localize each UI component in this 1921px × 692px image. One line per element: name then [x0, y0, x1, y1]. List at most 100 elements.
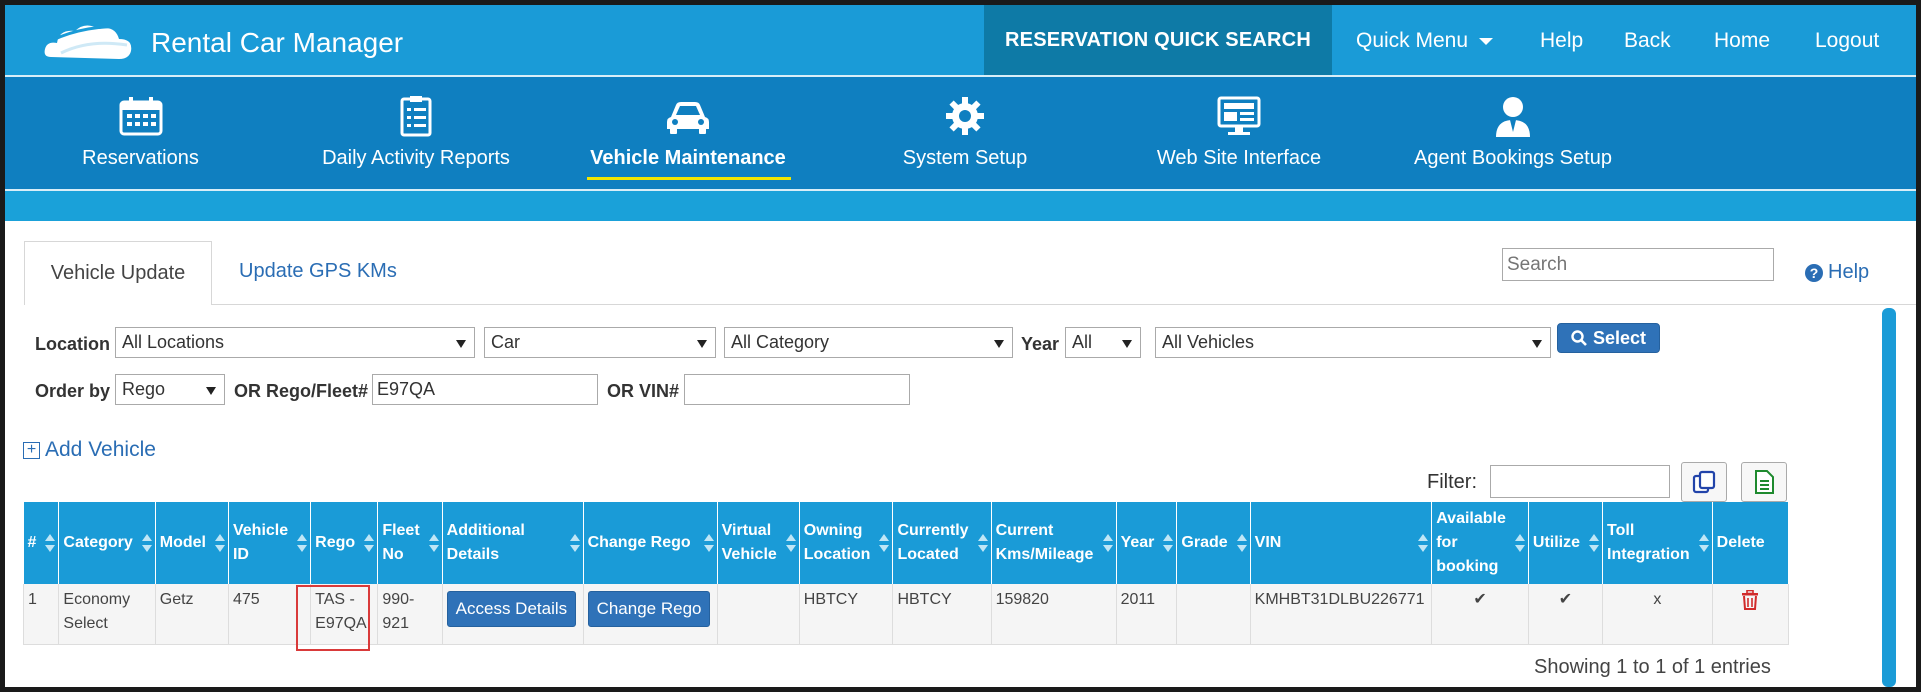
category-select[interactable]: All Category	[724, 327, 1013, 358]
tab-vehicle-update[interactable]: Vehicle Update	[24, 241, 212, 305]
column-header[interactable]: #	[23, 502, 60, 584]
column-header-label: VIN	[1254, 534, 1282, 551]
column-header-label: Available for booking	[1436, 510, 1506, 575]
column-header[interactable]: Currently Located	[892, 502, 992, 584]
vin-input[interactable]	[684, 374, 910, 405]
available-check-icon: ✔	[1431, 584, 1529, 645]
column-header[interactable]: Category	[58, 502, 156, 584]
nav-agent-bookings-setup[interactable]: Agent Bookings Setup	[1408, 77, 1618, 189]
nav-vehicle-maintenance[interactable]: Vehicle Maintenance	[583, 77, 793, 189]
column-header[interactable]: Owning Location	[799, 502, 894, 584]
cell-year: 2011	[1116, 584, 1178, 645]
add-vehicle-link[interactable]: + Add Vehicle	[23, 438, 156, 462]
help-label: Help	[1828, 261, 1870, 283]
cell-vin: KMHBT31DLBU226771	[1250, 584, 1433, 645]
vehicle-type-select[interactable]: Car	[484, 327, 716, 358]
chevron-down-icon	[456, 340, 466, 348]
column-header[interactable]: Virtual Vehicle	[717, 502, 800, 584]
nav-reservations[interactable]: Reservations	[53, 77, 228, 189]
location-label: Location	[35, 334, 110, 354]
change-rego-button[interactable]: Change Rego	[587, 591, 711, 627]
search-input[interactable]	[1502, 248, 1774, 281]
nav-label: Reservations	[82, 147, 199, 169]
car-icon	[667, 102, 709, 134]
cell-kms: 159820	[991, 584, 1117, 645]
nav-system-setup[interactable]: System Setup	[875, 77, 1055, 189]
column-header[interactable]: Vehicle ID	[228, 502, 312, 584]
sort-icon	[45, 534, 56, 552]
reservation-quick-search-button[interactable]: RESERVATION QUICK SEARCH	[984, 5, 1332, 75]
trash-icon[interactable]	[1741, 589, 1759, 610]
column-header[interactable]: Fleet No	[377, 502, 443, 584]
column-header-label: Delete	[1716, 534, 1765, 551]
utilize-check-icon: ✔	[1528, 584, 1604, 645]
column-header[interactable]: Current Kms/Mileage	[991, 502, 1117, 584]
sort-icon	[1698, 534, 1709, 552]
filter-input[interactable]	[1490, 465, 1670, 498]
sort-icon	[1236, 534, 1247, 552]
sort-icon	[364, 534, 375, 552]
nav-web-site-interface[interactable]: Web Site Interface	[1139, 77, 1339, 189]
year-select-value: All	[1072, 332, 1093, 352]
nav-daily-activity-reports[interactable]: Daily Activity Reports	[305, 77, 527, 189]
table-header-row: # Category Model Vehicle ID Rego Fleet N…	[23, 502, 1790, 584]
column-header-label: Currently Located	[897, 522, 969, 563]
nav-label: Web Site Interface	[1156, 147, 1322, 169]
quick-menu-link[interactable]: Quick Menu	[1356, 29, 1468, 53]
sort-icon	[141, 534, 152, 552]
column-header-label: Utilize	[1532, 534, 1581, 551]
column-header[interactable]: Available for booking	[1431, 502, 1529, 584]
nav-label: Daily Activity Reports	[322, 147, 510, 169]
export-excel-button[interactable]	[1741, 462, 1787, 502]
column-header[interactable]: Grade	[1176, 502, 1251, 584]
copy-icon	[1692, 470, 1716, 494]
vehicles-select-value: All Vehicles	[1162, 332, 1255, 352]
chevron-down-icon[interactable]	[1479, 38, 1493, 45]
column-header-label: Current Kms/Mileage	[995, 522, 1094, 563]
column-header[interactable]: Year	[1116, 502, 1178, 584]
help-top-link[interactable]: Help	[1540, 29, 1583, 53]
monitor-icon	[1217, 96, 1261, 135]
sort-icon	[879, 534, 890, 552]
category-select-value: All Category	[731, 332, 830, 352]
location-select[interactable]: All Locations	[115, 327, 475, 358]
rego-fleet-input[interactable]	[372, 374, 598, 405]
column-header-label: Virtual Vehicle	[721, 522, 777, 563]
excel-file-icon	[1755, 470, 1774, 494]
column-header-label: Vehicle ID	[232, 522, 289, 563]
access-details-button[interactable]: Access Details	[446, 591, 577, 627]
help-link[interactable]: ? Help	[1805, 261, 1869, 284]
column-header-label: Toll Integration	[1607, 522, 1690, 563]
calendar-icon	[119, 97, 162, 136]
order-by-select[interactable]: Rego	[115, 374, 225, 405]
back-link[interactable]: Back	[1624, 29, 1671, 53]
column-header-label: Rego	[315, 534, 356, 551]
column-header[interactable]: Model	[155, 502, 229, 584]
tab-update-gps-kms[interactable]: Update GPS KMs	[239, 260, 397, 283]
sort-icon	[214, 534, 225, 552]
column-header[interactable]: Rego	[310, 502, 379, 584]
column-header[interactable]: VIN	[1250, 502, 1433, 584]
select-button[interactable]: Select	[1557, 323, 1660, 353]
home-link[interactable]: Home	[1714, 29, 1770, 53]
copy-button[interactable]	[1681, 462, 1727, 502]
cell-toll-integration: x	[1602, 584, 1713, 645]
app-title: Rental Car Manager	[151, 27, 404, 58]
column-header[interactable]: Change Rego	[583, 502, 718, 584]
scrollbar[interactable]	[1882, 308, 1896, 687]
logout-link[interactable]: Logout	[1815, 29, 1879, 53]
vehicles-select[interactable]: All Vehicles	[1155, 327, 1551, 358]
cell-currently-located: HBTCY	[892, 584, 992, 645]
cell-num: 1	[22, 584, 60, 645]
cell-change-rego: Change Rego	[583, 584, 718, 645]
column-header[interactable]: Additional Details	[442, 502, 584, 584]
column-header: Delete	[1712, 502, 1790, 584]
table-row: 1 Economy Select Getz 475 TAS - E97QA 99…	[22, 584, 1790, 645]
column-header[interactable]: Toll Integration	[1602, 502, 1713, 584]
brand[interactable]: Rental Car Manager	[41, 19, 403, 69]
year-select[interactable]: All	[1065, 327, 1141, 358]
column-header[interactable]: Utilize	[1528, 502, 1604, 584]
active-underline	[587, 177, 791, 180]
nav-label: Vehicle Maintenance	[590, 147, 786, 169]
vin-label: OR VIN#	[607, 381, 680, 401]
